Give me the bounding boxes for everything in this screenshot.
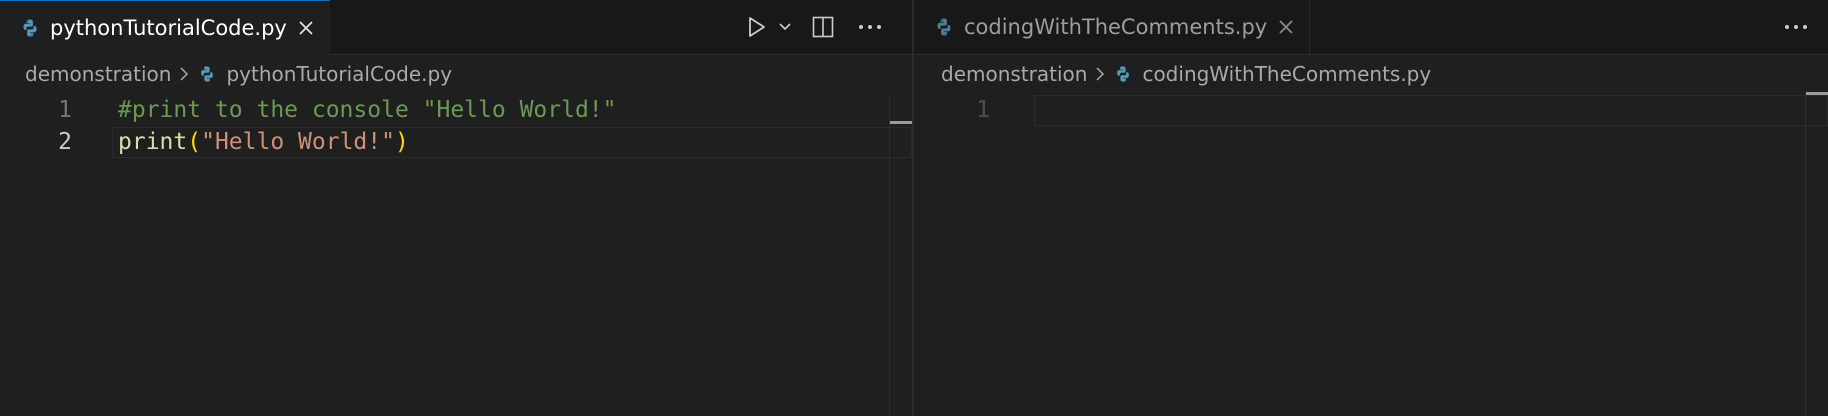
python-icon — [934, 16, 954, 38]
breadcrumb: demonstration codingWithTheComments.py — [914, 56, 1828, 92]
breadcrumb-folder[interactable]: demonstration — [25, 62, 171, 86]
python-icon — [197, 64, 217, 84]
play-icon[interactable] — [740, 7, 774, 47]
python-icon — [20, 17, 40, 39]
line-code: print("Hello World!") — [118, 126, 409, 159]
tab-coding-with-the-comments[interactable]: codingWithTheComments.py — [914, 0, 1310, 54]
breadcrumb-folder[interactable]: demonstration — [941, 62, 1087, 86]
code-line: 1 #print to the console "Hello World!" — [0, 94, 912, 127]
split-editor-icon[interactable] — [796, 7, 850, 47]
python-icon — [1113, 64, 1133, 84]
left-tab-bar: pythonTutorialCode.py — [0, 0, 912, 55]
function-token: print — [118, 129, 188, 155]
bracket-token: ( — [187, 129, 202, 155]
code-editor[interactable]: 1 #print to the console "Hello World!" 2… — [0, 94, 912, 416]
vertical-scrollbar[interactable] — [1805, 94, 1806, 416]
editor-actions — [1776, 0, 1816, 54]
chevron-down-icon[interactable] — [774, 7, 796, 47]
tab-python-tutorial-code[interactable]: pythonTutorialCode.py — [0, 0, 330, 55]
code-line: 2 print("Hello World!") — [0, 126, 912, 159]
breadcrumb-file[interactable]: pythonTutorialCode.py — [226, 62, 452, 86]
code-line: 1 — [914, 94, 1828, 127]
string-token: "Hello World!" — [201, 129, 395, 155]
tab-label: pythonTutorialCode.py — [50, 16, 287, 40]
scrollbar-cursor-marker — [1806, 92, 1828, 95]
comment-token: #print to the console "Hello World!" — [118, 97, 617, 123]
line-number: 2 — [58, 129, 72, 155]
close-icon[interactable] — [297, 14, 316, 42]
editor-actions — [740, 0, 890, 54]
line-number: 1 — [976, 97, 990, 123]
right-tab-bar: codingWithTheComments.py — [914, 0, 1828, 55]
breadcrumb: demonstration pythonTutorialCode.py — [0, 56, 912, 92]
tab-label: codingWithTheComments.py — [964, 15, 1268, 39]
line-code: #print to the console "Hello World!" — [118, 94, 617, 127]
chevron-right-icon — [179, 66, 189, 82]
close-icon[interactable] — [1277, 13, 1295, 41]
left-editor-group: pythonTutorialCode.py demonstration pyth… — [0, 0, 912, 416]
ellipsis-icon[interactable] — [1776, 7, 1816, 47]
ellipsis-icon[interactable] — [850, 7, 890, 47]
bracket-token: ) — [394, 129, 409, 155]
breadcrumb-file[interactable]: codingWithTheComments.py — [1142, 62, 1431, 86]
vertical-scrollbar[interactable] — [889, 94, 890, 416]
line-number: 1 — [58, 97, 72, 123]
chevron-right-icon — [1095, 66, 1105, 82]
code-editor[interactable]: 1 — [914, 94, 1828, 416]
scrollbar-cursor-marker — [890, 121, 912, 124]
right-editor-group: codingWithTheComments.py demonstration c… — [914, 0, 1828, 416]
